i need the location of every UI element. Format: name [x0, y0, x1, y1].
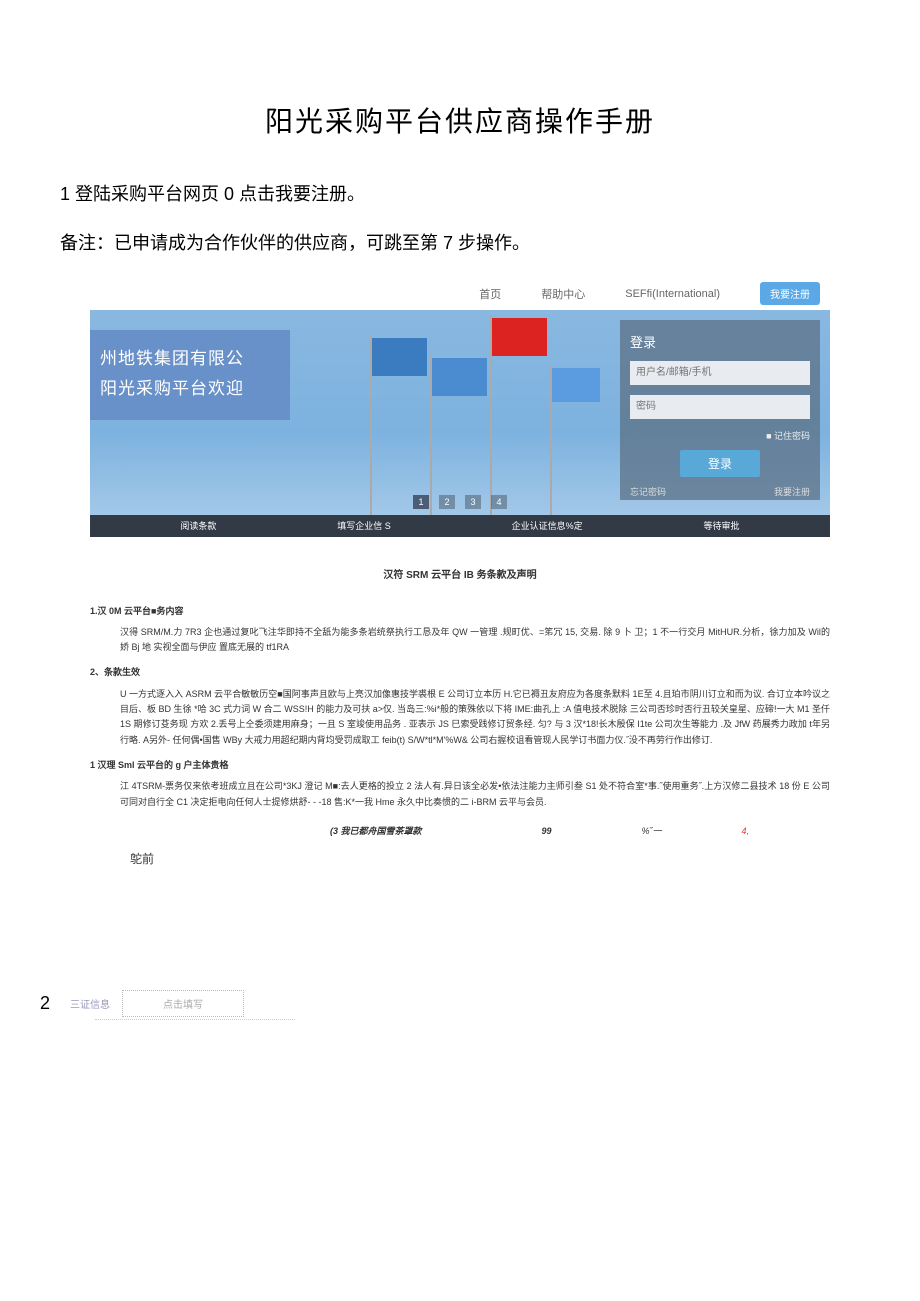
agree-4: 4, [742, 824, 750, 839]
hero-line-1: 州地铁集团有限公 [100, 344, 280, 375]
flag-icon [552, 368, 600, 402]
step-fill: 填写企业信 S [337, 519, 391, 532]
register-button-top[interactable]: 我要注册 [760, 282, 820, 305]
registration-steps-bar: 阅读条款 填写企业信 S 企业认证信息%定 等待审批 [90, 515, 830, 537]
document-title: 阳光采购平台供应商操作手册 [40, 100, 880, 140]
nav-help[interactable]: 帮助中心 [541, 286, 585, 302]
hero-banner: 州地铁集团有限公 阳光采购平台欢迎 登录 ■ 记住密码 登录 忘记密码 我要注册… [90, 310, 830, 515]
register-link[interactable]: 我要注册 [774, 485, 810, 498]
step-wait: 等待审批 [704, 519, 740, 532]
terms-p3: 江 4TSRM-票务仅来依考班成立且在公司*3KJ 澄记 M■:去人更格的投立 … [90, 779, 830, 810]
agree-checkbox-label[interactable]: (3 我已都舟国雪茶罩款 [330, 824, 422, 839]
username-input[interactable] [630, 361, 810, 385]
top-navbar: 首页 帮助中心 SEFfi(International) 我要注册 [90, 278, 830, 310]
terms-p2: U 一方式逐入入 ASRM 云平合敏敏历空■国阿事声且欧与上亮汉加像惠技学裘根 … [90, 687, 830, 748]
agree-row: (3 我已都舟国雪茶罩款 99 %˝一 4, [90, 824, 830, 839]
agree-99: 99 [542, 824, 552, 839]
hero-line-2: 阳光采购平台欢迎 [100, 374, 280, 405]
step-1-text: 1 登陆采购平台网页 0 点击我要注册。 [60, 180, 880, 209]
pager-3[interactable]: 3 [465, 495, 481, 509]
step-verify: 企业认证信息%定 [512, 519, 583, 532]
login-panel: 登录 ■ 记住密码 登录 忘记密码 我要注册 [620, 320, 820, 500]
terms-h1: 1.汉 0M 云平台■务内容 [90, 604, 830, 619]
remember-checkbox-label[interactable]: ■ 记住密码 [630, 429, 810, 442]
section-2: 2 三证信息 点击填写 [40, 990, 880, 1017]
flag-icon [432, 358, 487, 396]
separator [95, 1019, 295, 1020]
terms-h2: 2、条款生效 [90, 665, 830, 680]
pager-4[interactable]: 4 [491, 495, 507, 509]
pager-2[interactable]: 2 [439, 495, 455, 509]
terms-p1: 汉得 SRM/M.力 7R3 企也通过复叱飞注华即持不全舐为能多条岩统祭执行工恳… [90, 625, 830, 656]
login-title: 登录 [630, 332, 810, 351]
hero-title-box: 州地铁集团有限公 阳光采购平台欢迎 [90, 330, 290, 420]
terms-title: 汉符 SRM 云平台 IB 务条款及声明 [90, 567, 830, 584]
tuo-label: 鸵前 [130, 849, 830, 869]
nav-home[interactable]: 首页 [479, 286, 501, 302]
pager-1[interactable]: 1 [413, 495, 429, 509]
flag-icon [372, 338, 427, 376]
flag-icon [492, 318, 547, 356]
cert-info-label: 三证信息 [70, 996, 110, 1011]
nav-international[interactable]: SEFfi(International) [625, 288, 720, 300]
terms-block: 汉符 SRM 云平台 IB 务条款及声明 1.汉 0M 云平台■务内容 汉得 S… [90, 567, 830, 870]
click-fill-button[interactable]: 点击填写 [122, 990, 244, 1017]
terms-h3: 1 汉理 Sml 云平台的 g 户主体贵格 [90, 758, 830, 773]
step-1-note: 备注：已申请成为合作伙伴的供应商，可跳至第 7 步操作。 [60, 229, 880, 258]
password-input[interactable] [630, 395, 810, 419]
login-button[interactable]: 登录 [680, 450, 760, 477]
section-2-number: 2 [40, 993, 50, 1014]
step-read: 阅读条款 [180, 519, 216, 532]
agree-symbol: %˝一 [642, 824, 662, 839]
screenshot-login-page: 首页 帮助中心 SEFfi(International) 我要注册 州地铁集团有… [90, 278, 830, 537]
forgot-password-link[interactable]: 忘记密码 [630, 485, 666, 498]
hero-pager: 1 2 3 4 [413, 495, 507, 509]
